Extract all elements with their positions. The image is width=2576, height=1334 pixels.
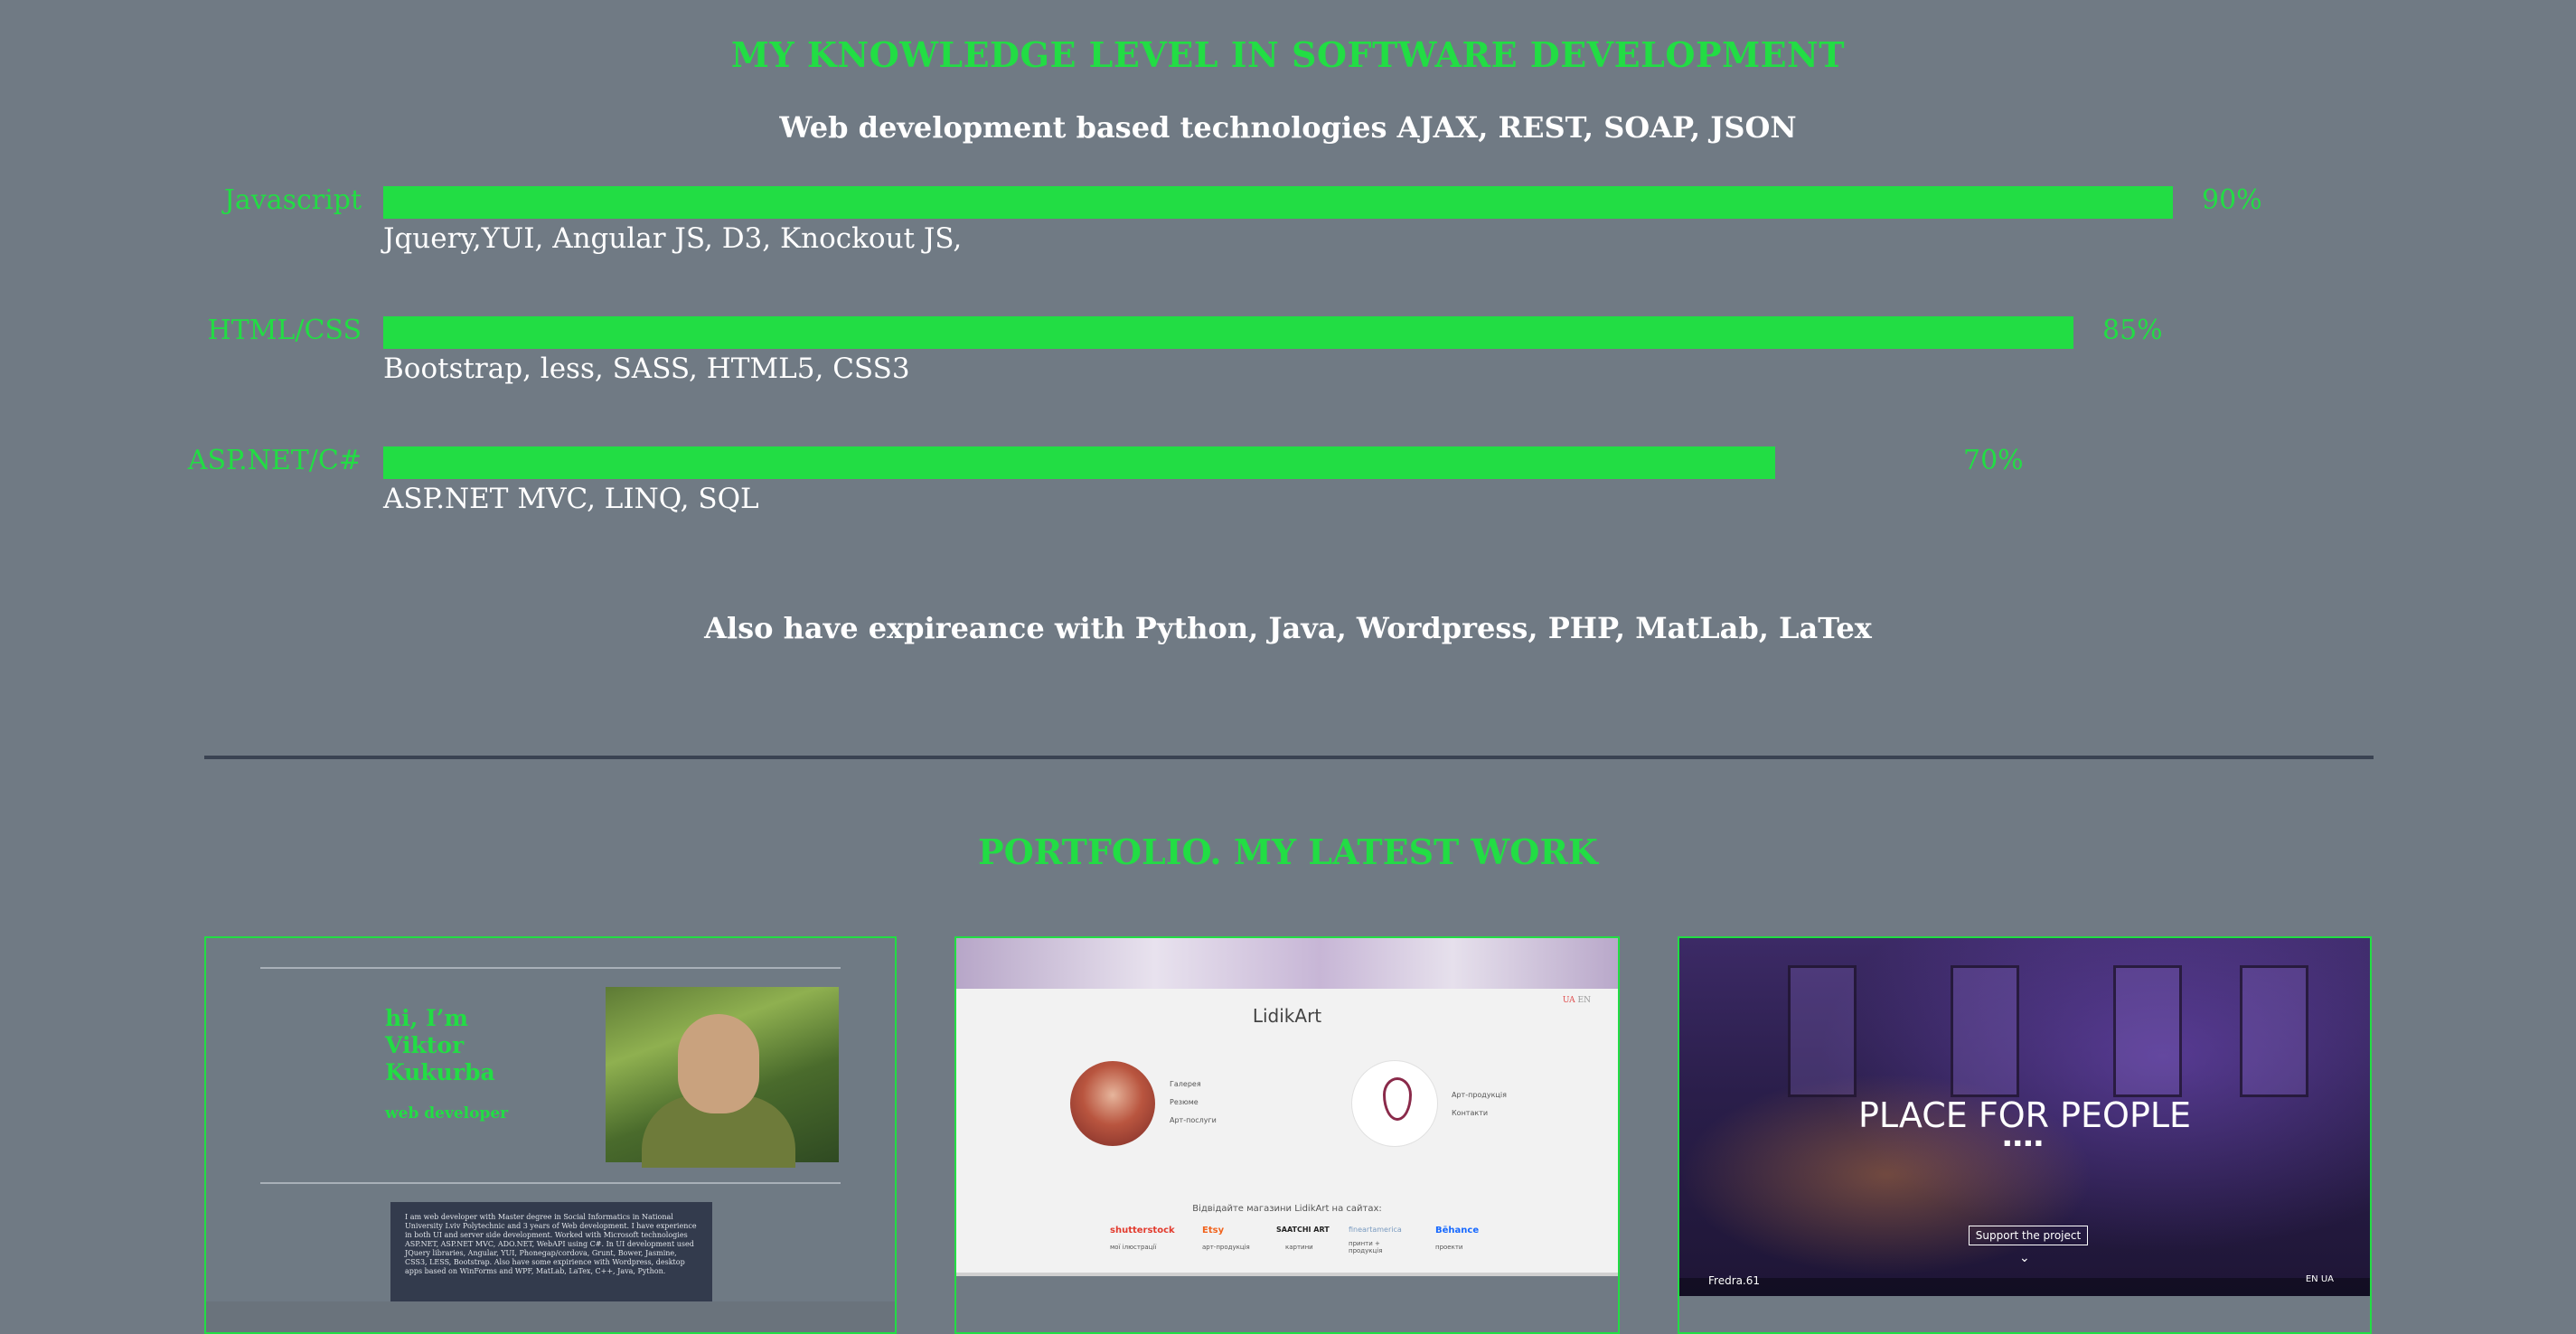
card-hello-text: hi, I’m Viktor Kukurba [385,1005,495,1085]
shop-sub-fineartamerica: принти + продукція [1349,1240,1383,1254]
skill-details-javascript: Jquery,YUI, Angular JS, D3, Knockout JS, [383,222,963,255]
skill-bar-fill [383,186,2173,219]
support-project-button[interactable]: Support the project [1969,1226,2088,1245]
skill-details-aspnet: ASP.NET MVC, LINQ, SQL [383,483,759,515]
window-shape [1951,965,2019,1097]
portfolio-card-lidikart[interactable]: UA EN LidikArt Галерея Резюме Арт-послуг… [954,936,1620,1334]
menu-item-gallery[interactable]: Галерея [1170,1076,1217,1094]
also-experience: Also have expireance with Python, Java, … [704,611,1872,645]
fredra-language-switch[interactable]: EN UA [2306,1274,2334,1284]
menu-item-art-services[interactable]: Арт-послуги [1170,1112,1217,1130]
portfolio-card-fredra[interactable]: PLACE FOR PEOPLE ■■■■ Support the projec… [1678,936,2372,1334]
portfolio-title: PORTFOLIO. MY LATEST WORK [978,831,1598,872]
shop-etsy[interactable]: Etsy [1202,1226,1274,1235]
skill-bar-aspnet [383,446,2336,479]
menu-item-contacts[interactable]: Контакти [1452,1104,1507,1123]
shop-sub-behance: проекти [1435,1244,1463,1251]
fredra-headline: PLACE FOR PEOPLE [1857,1095,2192,1135]
skill-percent-aspnet: 70% [1963,445,2024,476]
shop-sub-etsy: арт-продукція [1202,1244,1250,1251]
fredra-brand: Fredra.61 [1708,1274,1761,1287]
card-mid-divider [260,1182,841,1184]
shop-sub-saatchi: картини [1285,1244,1313,1251]
lang-en[interactable]: EN [1578,996,1591,1005]
window-shape [1788,965,1857,1097]
lang-ua[interactable]: UA [1563,996,1575,1005]
card-footer-band [206,1301,895,1332]
card-role-text: web developer [385,1104,509,1123]
shop-shutterstock[interactable]: shutterstock [1110,1226,1182,1235]
lidikart-logo-circle [1352,1061,1437,1146]
about-text-box: I am web developer with Master degree in… [390,1202,712,1301]
card-footer-band [956,1273,1618,1332]
artist-avatar [1070,1061,1155,1146]
shops-title: Відвідайте магазини LidikArt на сайтах: [1192,1204,1382,1214]
chevron-down-icon[interactable]: ⌄ [2019,1251,2030,1265]
right-menu: Арт-продукція Контакти [1452,1086,1507,1123]
profile-photo [606,987,839,1168]
lidikart-logo-icon [1383,1077,1412,1121]
window-shape [2240,965,2308,1097]
skill-name-javascript: Javascript [223,184,362,216]
skill-bar-javascript [383,186,2336,219]
portfolio-card-personal-site[interactable]: hi, I’m Viktor Kukurba web developer I a… [204,936,897,1334]
window-shape [2113,965,2182,1097]
language-switch[interactable]: UA EN [1563,996,1591,1005]
card-footer-band [1679,1296,2370,1332]
knowledge-title: MY KNOWLEDGE LEVEL IN SOFTWARE DEVELOPME… [730,34,1846,75]
shop-fineartamerica[interactable]: fineartamerica [1349,1226,1421,1234]
card-top-divider [260,967,841,969]
skill-percent-javascript: 90% [2202,184,2262,216]
photo-face-shape [678,1014,759,1113]
section-divider [204,756,2374,759]
lidikart-banner [956,938,1618,989]
shop-behance[interactable]: Bēhance [1435,1226,1508,1235]
menu-item-resume[interactable]: Резюме [1170,1094,1217,1112]
skill-percent-html-css: 85% [2102,315,2163,346]
skill-bar-fill [383,316,2073,349]
skill-name-aspnet: ASP.NET/C# [187,445,362,476]
skill-bar-html-css [383,316,2336,349]
left-menu: Галерея Резюме Арт-послуги [1170,1076,1217,1130]
lidikart-brand: LidikArt [1252,1005,1322,1027]
knowledge-subtitle: Web development based technologies AJAX,… [779,110,1797,145]
menu-item-art-products[interactable]: Арт-продукція [1452,1086,1507,1104]
shop-sub-shutterstock: мої ілюстрації [1110,1244,1157,1251]
skill-details-html-css: Bootstrap, less, SASS, HTML5, CSS3 [383,352,910,385]
shop-saatchi[interactable]: SAATCHI ART [1276,1226,1349,1234]
skill-bar-fill [383,446,1775,479]
skill-name-html-css: HTML/CSS [207,315,362,346]
slider-dots[interactable]: ■■■■ [1679,1139,2370,1147]
